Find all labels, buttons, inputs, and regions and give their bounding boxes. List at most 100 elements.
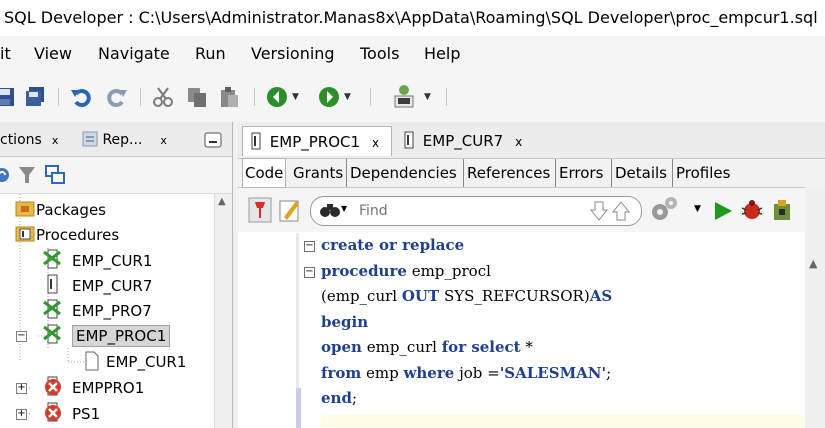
- tree-item-packages[interactable]: Packages: [4, 198, 106, 222]
- schema-browser-icon[interactable]: [44, 164, 66, 186]
- tree-item-label: EMP_CUR1: [72, 252, 153, 270]
- tree-item-emp-cur1-child[interactable]: EMP_CUR1: [84, 350, 186, 374]
- connections-tree: Packages Procedures EMP_CUR1 EMP_CUR7 EM…: [0, 194, 214, 428]
- fold-icon[interactable]: −: [304, 267, 315, 278]
- menu-run[interactable]: Run: [195, 36, 226, 72]
- tab-reports-label: Rep...: [102, 132, 143, 148]
- subtab-profiles[interactable]: Profiles: [672, 159, 730, 187]
- code-keyword: end: [321, 389, 352, 407]
- menu-tools[interactable]: Tools: [360, 36, 399, 72]
- window-title: SQL Developer : C:\Users\Administrator.M…: [0, 0, 825, 36]
- sql-worksheet-dropdown-icon[interactable]: ▼: [424, 92, 431, 102]
- object-subtabs: Code Grants Dependencies References Erro…: [238, 158, 825, 188]
- reports-icon: [82, 131, 98, 147]
- sql-worksheet-icon[interactable]: [392, 84, 418, 110]
- connections-panel: ctions x Rep... x Packages Procedures EM…: [0, 122, 233, 428]
- save-icon[interactable]: [0, 86, 16, 108]
- subtab-details[interactable]: Details: [611, 159, 667, 187]
- code-keyword: create or replace: [321, 236, 465, 254]
- main-toolbar: ▼ ▼ ▼: [0, 72, 825, 122]
- subtab-dependencies[interactable]: Dependencies: [346, 159, 457, 187]
- code-line: begin: [321, 310, 368, 335]
- subtab-code[interactable]: Code: [242, 158, 287, 188]
- compile-gears-icon[interactable]: [648, 194, 680, 224]
- pin-icon[interactable]: [248, 197, 272, 223]
- menu-view[interactable]: View: [34, 36, 72, 72]
- package-folder-icon: [15, 201, 35, 217]
- left-panel-tabs: ctions x Rep... x: [0, 122, 232, 157]
- undo-icon[interactable]: [70, 86, 92, 108]
- editor-scrollbar[interactable]: ▲: [805, 187, 825, 428]
- binoculars-icon[interactable]: [319, 201, 341, 219]
- tree-item-label: EMPPRO1: [72, 379, 145, 397]
- subtab-references[interactable]: References: [463, 159, 550, 187]
- save-all-icon[interactable]: [24, 86, 46, 108]
- redo-icon[interactable]: [106, 86, 128, 108]
- document-icon: [85, 351, 99, 371]
- find-input[interactable]: [357, 200, 561, 222]
- close-icon[interactable]: x: [372, 136, 379, 150]
- line-number-gutter: [238, 233, 296, 428]
- tree-item-emp-pro7[interactable]: EMP_PRO7: [40, 298, 152, 322]
- back-icon[interactable]: [266, 86, 288, 108]
- close-icon[interactable]: x: [160, 134, 167, 147]
- subtab-grants[interactable]: Grants: [293, 159, 343, 187]
- code-keyword: from: [321, 363, 362, 382]
- tab-reports[interactable]: Rep... x: [82, 126, 167, 154]
- code-text: ;: [606, 363, 612, 382]
- tree-item-emp-proc1[interactable]: EMP_PROC1: [40, 323, 171, 347]
- scroll-up-icon[interactable]: ▲: [809, 257, 817, 270]
- code-text: emp: [361, 363, 404, 382]
- cut-icon[interactable]: [152, 86, 174, 108]
- menu-edit[interactable]: it: [0, 36, 11, 72]
- debug-icon[interactable]: [740, 198, 764, 222]
- tab-connections[interactable]: ctions x: [0, 126, 58, 154]
- compile-dropdown-icon[interactable]: ▼: [694, 204, 701, 214]
- invalid-procedure-icon: [45, 402, 61, 422]
- back-dropdown-icon[interactable]: ▼: [292, 92, 299, 102]
- edit-icon[interactable]: [278, 197, 302, 223]
- scroll-up-icon[interactable]: ▲: [218, 196, 226, 207]
- current-line-highlight: [321, 415, 805, 428]
- expand-icon[interactable]: +: [16, 383, 27, 394]
- tree-item-label: EMP_CUR1: [106, 353, 187, 371]
- profile-icon[interactable]: [770, 198, 794, 222]
- find-box[interactable]: ▼: [310, 196, 642, 226]
- valid-procedure-icon: [43, 299, 61, 319]
- filter-icon[interactable]: [18, 165, 36, 185]
- run-icon[interactable]: [712, 200, 734, 222]
- paste-icon[interactable]: [218, 86, 240, 108]
- tab-emp-proc1[interactable]: EMP_PROC1 x: [242, 126, 392, 156]
- tree-item-emp-cur1[interactable]: EMP_CUR1: [40, 248, 152, 272]
- procedure-icon: [47, 274, 58, 294]
- tree-item-emppro1[interactable]: EMPPRO1: [40, 375, 144, 399]
- tree-item-emp-cur7[interactable]: EMP_CUR7: [40, 273, 152, 297]
- find-options-dropdown-icon[interactable]: ▼: [341, 204, 347, 213]
- expand-icon[interactable]: +: [16, 409, 27, 420]
- close-icon[interactable]: x: [515, 135, 522, 149]
- code-line: open emp_curl for select *: [321, 335, 533, 360]
- tree-item-label: EMP_CUR7: [72, 277, 153, 295]
- code-text: *: [520, 338, 533, 356]
- menu-versioning[interactable]: Versioning: [251, 36, 335, 72]
- procedure-icon: [251, 132, 261, 150]
- code-editor[interactable]: − − create or replace procedure emp_procl…: [238, 233, 805, 428]
- tab-emp-cur7[interactable]: EMP_CUR7 x: [396, 126, 536, 156]
- tree-scrollbar[interactable]: ▲: [214, 194, 232, 428]
- tree-item-label: EMP_PROC1: [72, 325, 171, 347]
- close-icon[interactable]: x: [52, 134, 59, 147]
- find-next-icon[interactable]: [589, 200, 609, 222]
- collapse-icon[interactable]: −: [16, 331, 27, 342]
- menu-help[interactable]: Help: [424, 36, 460, 72]
- menu-navigate[interactable]: Navigate: [98, 36, 170, 72]
- tree-item-procedures[interactable]: Procedures: [4, 223, 119, 247]
- minimize-icon[interactable]: [204, 132, 222, 148]
- find-previous-icon[interactable]: [611, 200, 631, 222]
- subtab-errors[interactable]: Errors: [555, 159, 603, 187]
- fold-icon[interactable]: −: [304, 241, 315, 252]
- forward-icon[interactable]: [318, 86, 340, 108]
- refresh-icon[interactable]: [0, 165, 12, 185]
- copy-icon[interactable]: [186, 86, 208, 108]
- forward-dropdown-icon[interactable]: ▼: [344, 92, 351, 102]
- tree-item-ps1[interactable]: PS1: [40, 401, 100, 425]
